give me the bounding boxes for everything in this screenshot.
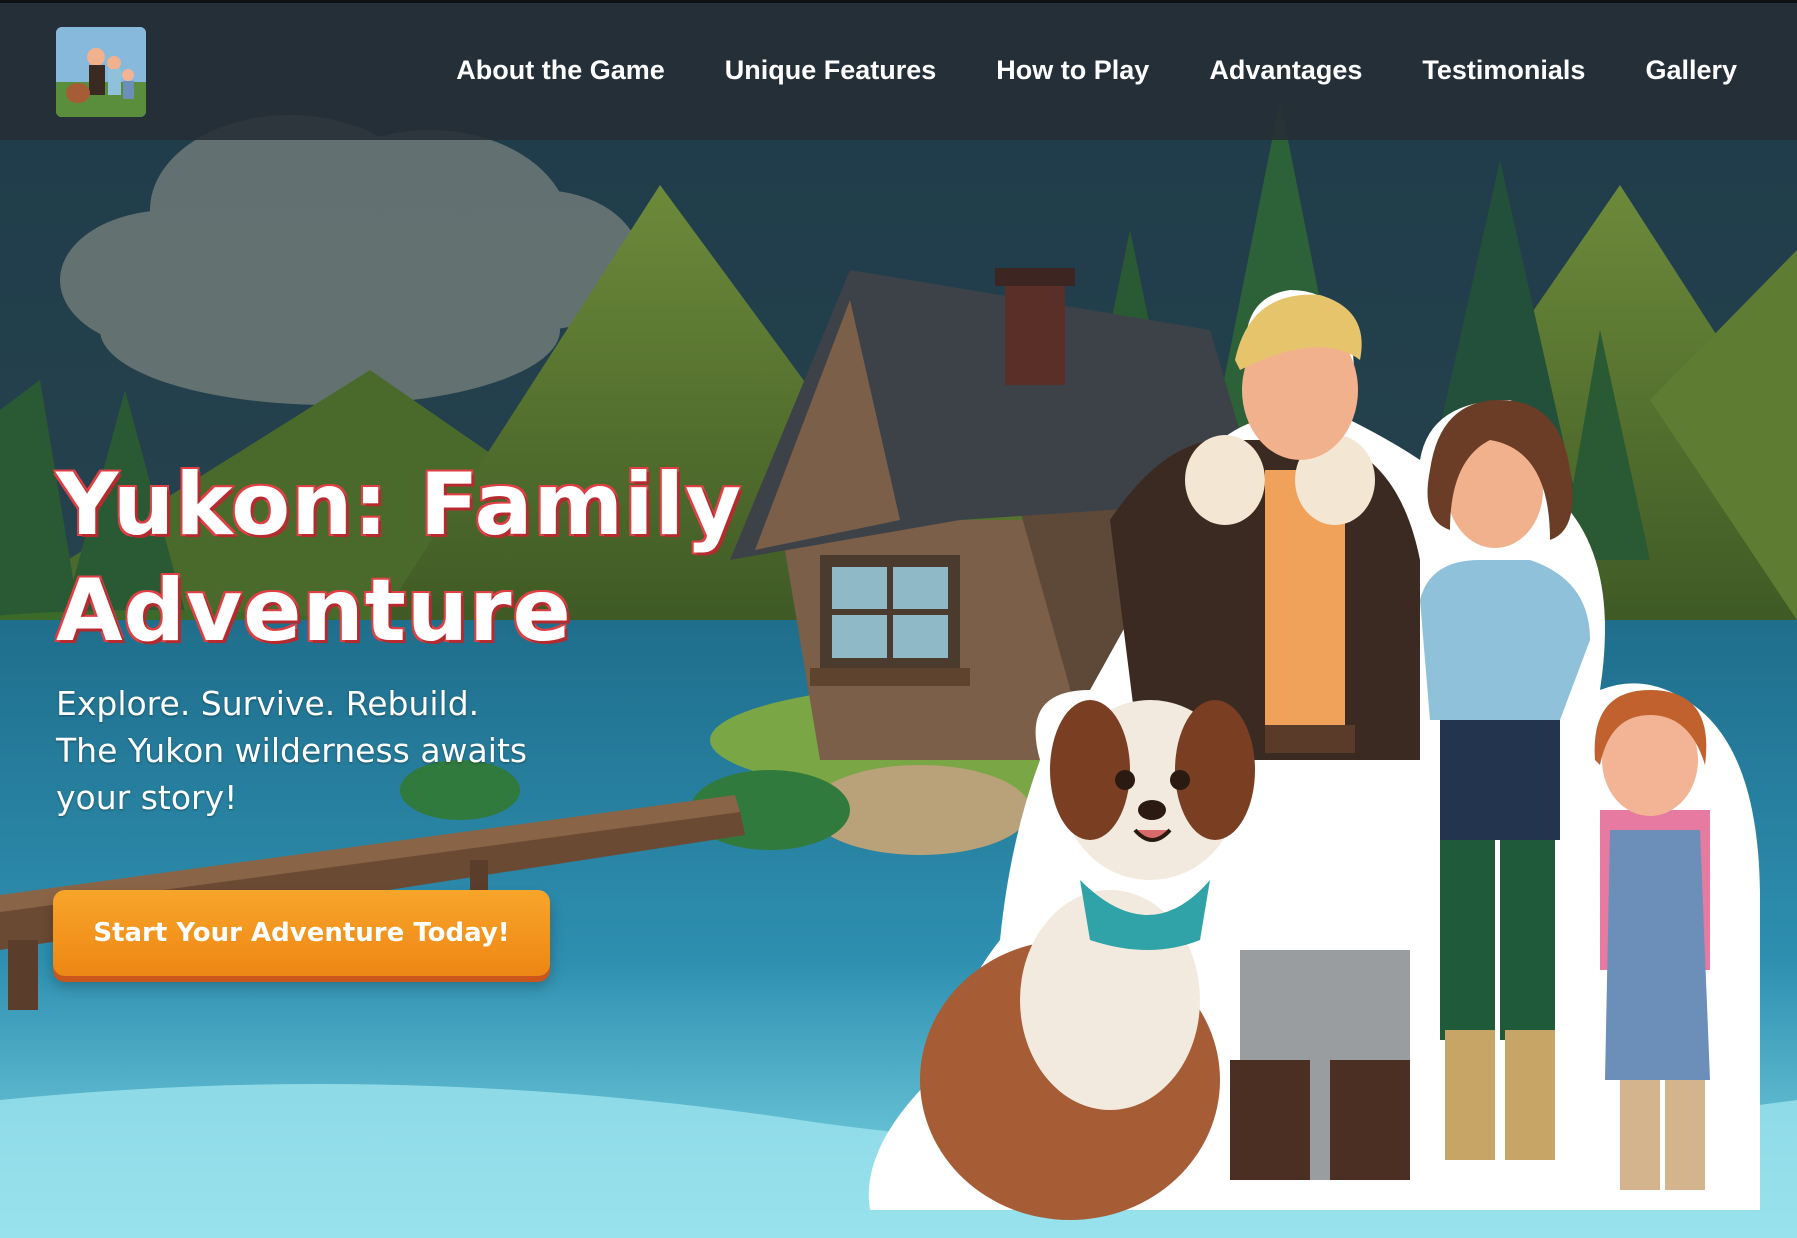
nav-link-advantages[interactable]: Advantages <box>1209 55 1362 86</box>
hero-title-line-1: Yukon: Family <box>54 454 743 557</box>
start-adventure-button[interactable]: Start Your Adventure Today! <box>53 890 550 976</box>
nav-link-testimonials[interactable]: Testimonials <box>1422 55 1585 86</box>
hero-subtitle-line: your story! <box>56 778 238 817</box>
family-logo-icon[interactable] <box>56 27 146 117</box>
nav-link-how-to-play[interactable]: How to Play <box>996 55 1149 86</box>
top-navigation: About the Game Unique Features How to Pl… <box>0 0 1797 140</box>
nav-link-gallery[interactable]: Gallery <box>1645 55 1737 86</box>
hero-subtitle-line: The Yukon wilderness awaits <box>56 731 528 770</box>
nav-menu: About the Game Unique Features How to Pl… <box>456 55 1737 86</box>
hero-title: Yukon: Family Adventure <box>54 452 776 664</box>
hero-subtitle: Explore. Survive. Rebuild. The Yukon wil… <box>56 680 616 821</box>
hero-subtitle-line: Explore. Survive. Rebuild. <box>56 684 480 723</box>
family-logo-illustration <box>56 27 146 117</box>
hero-title-line-2: Adventure <box>55 560 573 663</box>
nav-link-about[interactable]: About the Game <box>456 55 665 86</box>
nav-link-features[interactable]: Unique Features <box>725 55 937 86</box>
